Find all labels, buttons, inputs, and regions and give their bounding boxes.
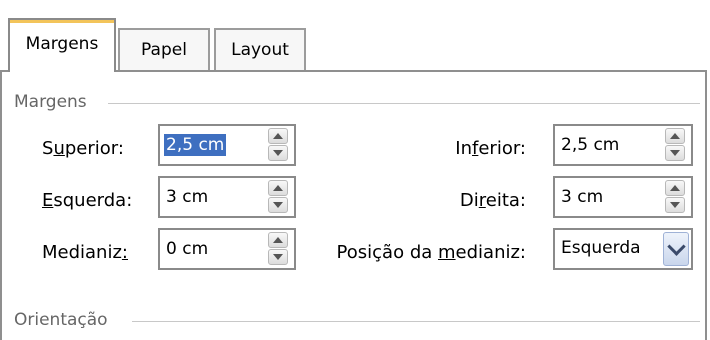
direita-decrement-button[interactable]: [665, 197, 685, 213]
esquerda-value[interactable]: 3 cm: [164, 186, 210, 208]
inferior-decrement-button[interactable]: [665, 145, 685, 161]
label-inferior: Inferior:: [455, 138, 526, 159]
triangle-up-icon: [670, 185, 680, 191]
medianiz-increment-button[interactable]: [268, 232, 288, 248]
triangle-up-icon: [670, 133, 680, 139]
triangle-down-icon: [670, 202, 680, 208]
inferior-value[interactable]: 2,5 cm: [559, 134, 621, 156]
label-esquerda: Esquerda:: [42, 190, 133, 211]
group-orientacao-separator: [132, 321, 700, 322]
medianiz-value[interactable]: 0 cm: [164, 238, 210, 260]
posicao-medianiz-value: Esquerda: [561, 238, 641, 258]
tab-layout-label: Layout: [231, 40, 289, 60]
medianiz-spin-buttons: [266, 230, 294, 268]
superior-increment-button[interactable]: [268, 128, 288, 144]
inferior-spinner[interactable]: 2,5 cm: [553, 124, 693, 166]
direita-spin-buttons: [663, 178, 691, 216]
group-margens-separator: [108, 103, 700, 104]
direita-value[interactable]: 3 cm: [559, 186, 605, 208]
triangle-down-icon: [273, 254, 283, 260]
group-margens-title: Margens: [14, 92, 87, 112]
triangle-down-icon: [273, 150, 283, 156]
esquerda-spin-buttons: [266, 178, 294, 216]
medianiz-spinner[interactable]: 0 cm: [158, 228, 296, 270]
label-superior: Superior:: [42, 138, 124, 159]
chevron-down-icon: [666, 236, 686, 256]
triangle-down-icon: [273, 202, 283, 208]
triangle-up-icon: [273, 237, 283, 243]
esquerda-increment-button[interactable]: [268, 180, 288, 196]
medianiz-decrement-button[interactable]: [268, 249, 288, 265]
tab-papel[interactable]: Papel: [118, 28, 210, 72]
inferior-increment-button[interactable]: [665, 128, 685, 144]
triangle-up-icon: [273, 185, 283, 191]
superior-spinner[interactable]: 2,5 cm: [158, 124, 296, 166]
triangle-up-icon: [273, 133, 283, 139]
superior-spin-buttons: [266, 126, 294, 164]
label-medianiz: Medianiz:: [42, 242, 128, 263]
tab-panel-border-left: [0, 70, 2, 340]
tab-layout[interactable]: Layout: [214, 28, 306, 72]
label-posicao-medianiz: Posição da medianiz:: [336, 242, 526, 263]
tab-papel-label: Papel: [141, 40, 187, 60]
superior-value[interactable]: 2,5 cm: [164, 134, 227, 156]
esquerda-spinner[interactable]: 3 cm: [158, 176, 296, 218]
tab-margens[interactable]: Margens: [8, 18, 116, 72]
posicao-medianiz-dropdown-button[interactable]: [663, 232, 689, 266]
label-direita: Direita:: [459, 190, 526, 211]
inferior-spin-buttons: [663, 126, 691, 164]
direita-increment-button[interactable]: [665, 180, 685, 196]
superior-decrement-button[interactable]: [268, 145, 288, 161]
page-setup-dialog: Margens Papel Layout Margens Superior: 2…: [0, 0, 710, 340]
tab-margens-label: Margens: [25, 34, 99, 54]
esquerda-decrement-button[interactable]: [268, 197, 288, 213]
posicao-medianiz-select[interactable]: Esquerda: [553, 228, 693, 270]
direita-spinner[interactable]: 3 cm: [553, 176, 693, 218]
triangle-down-icon: [670, 150, 680, 156]
group-orientacao-title: Orientação: [14, 310, 108, 330]
tab-strip: Margens Papel Layout: [0, 0, 710, 72]
